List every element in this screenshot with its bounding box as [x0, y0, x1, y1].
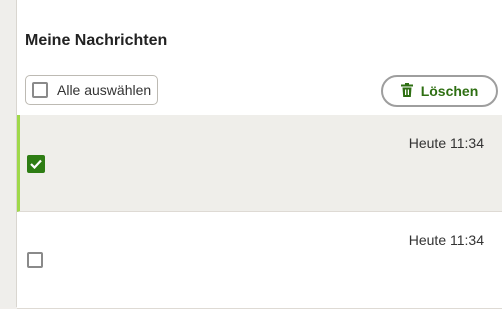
page-title: Meine Nachrichten [25, 32, 168, 49]
select-all-label: Alle auswählen [57, 82, 152, 98]
delete-label: Löschen [420, 83, 479, 99]
message-time: Heute 11:34 [408, 232, 484, 248]
message-row[interactable]: Heute 11:34 [17, 115, 502, 212]
message-row[interactable]: Heute 11:34 [17, 212, 502, 309]
message-checkbox[interactable] [27, 252, 43, 268]
select-all-button[interactable]: Alle auswählen [25, 75, 159, 105]
message-time: Heute 11:34 [408, 135, 484, 151]
left-gutter [0, 0, 16, 307]
messages-panel: Meine Nachrichten Alle auswählen Löschen… [16, 0, 502, 309]
checkmark-icon [30, 159, 42, 169]
trash-icon [400, 82, 413, 100]
select-all-checkbox[interactable] [32, 82, 48, 98]
delete-button[interactable]: Löschen [381, 75, 498, 107]
message-checkbox[interactable] [27, 155, 45, 173]
message-list: Heute 11:34 Heute 11:34 [17, 115, 502, 309]
